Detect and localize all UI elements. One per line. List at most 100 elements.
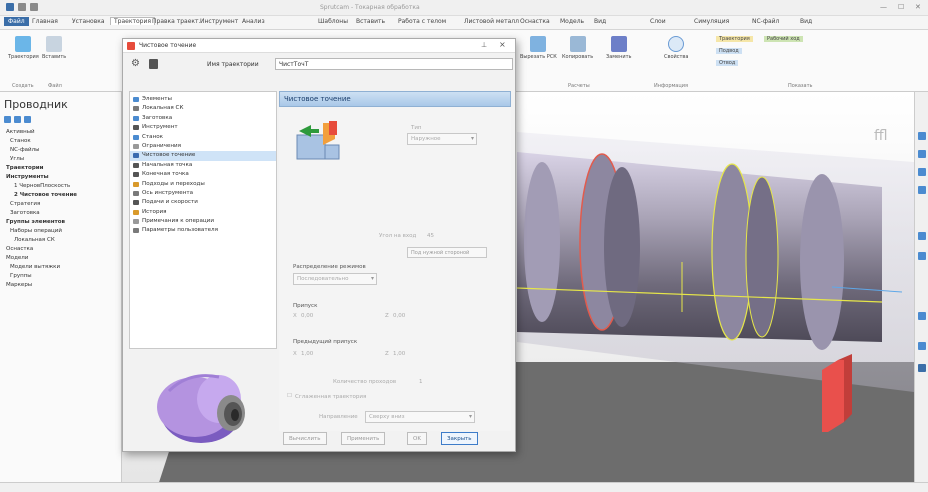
tab-setup[interactable]: Установка <box>72 18 105 25</box>
copy-button[interactable]: Копировать <box>562 36 593 60</box>
replace-button[interactable]: Заменить <box>606 36 632 60</box>
shading-icon[interactable] <box>918 312 926 320</box>
direction-select[interactable]: Сверху вниз <box>365 411 475 423</box>
insert-button[interactable]: Вставить <box>42 36 66 60</box>
calculate-button[interactable]: Вычислить <box>283 432 327 445</box>
zoom-icon[interactable] <box>918 132 926 140</box>
parameter-tree-item[interactable]: Подачи и скорости <box>130 198 276 207</box>
side-button[interactable]: Под нужной стороной <box>407 247 487 258</box>
apply-button[interactable]: Применить <box>341 432 386 445</box>
tab-simulation[interactable]: Симуляция <box>694 18 729 25</box>
parameter-tree-item[interactable]: Конечная точка <box>130 170 276 179</box>
tab-fixture[interactable]: Оснастка <box>520 18 550 25</box>
parameter-tree-item[interactable]: История <box>130 208 276 217</box>
cut-mode-label: Распределение режимов <box>293 264 366 270</box>
explorer-item[interactable]: Станок <box>2 137 122 146</box>
explorer-item[interactable]: Модели вытяжки <box>2 263 122 272</box>
show-feed-check[interactable]: Рабочий ход <box>764 36 803 42</box>
tab-analysis[interactable]: Анализ <box>242 18 265 25</box>
explorer-item[interactable]: Углы <box>2 155 122 164</box>
properties-button[interactable]: Свойства <box>664 36 688 60</box>
parameter-tree-item[interactable]: Чистовое точение <box>130 151 276 161</box>
minimize-icon[interactable]: — <box>880 3 887 11</box>
pan-icon[interactable] <box>918 168 926 176</box>
tab-insert[interactable]: Вставить <box>356 18 385 25</box>
tab-sheet-metal[interactable]: Листовой металл <box>464 18 519 25</box>
redo-icon[interactable] <box>30 3 38 11</box>
explorer-item[interactable]: Локальная СК <box>2 236 122 245</box>
tab-templates[interactable]: Шаблоны <box>318 18 348 25</box>
fit-icon[interactable] <box>918 186 926 194</box>
wireframe-icon[interactable] <box>918 342 926 350</box>
tab-model[interactable]: Модель <box>560 18 584 25</box>
section-icon[interactable] <box>918 252 926 260</box>
parameter-tree-item[interactable]: Примечания к операции <box>130 217 276 226</box>
save-icon[interactable] <box>149 59 158 69</box>
explorer-item[interactable]: Инструменты <box>2 173 122 182</box>
stock-z-input[interactable]: 0,00 <box>393 313 405 319</box>
passes-value[interactable]: 1 <box>419 379 423 385</box>
smooth-checkbox[interactable]: ☐ <box>287 393 292 399</box>
tab-toolpath[interactable]: Траектория <box>110 17 155 25</box>
explorer-item[interactable]: Модели <box>2 254 122 263</box>
type-select[interactable]: Наружное <box>407 133 477 145</box>
tab-body[interactable]: Работа с телом <box>398 18 446 25</box>
tab-tool[interactable]: Инструмент <box>200 18 238 25</box>
parameter-tree-item[interactable]: Начальная точка <box>130 161 276 170</box>
prev-stock-z-input[interactable]: 1,00 <box>393 351 405 357</box>
close-icon[interactable]: × <box>499 40 506 49</box>
undo-icon[interactable] <box>18 3 26 11</box>
parameter-tree-item[interactable]: Локальная СК <box>130 104 276 113</box>
tab-edit-toolpath[interactable]: Правка траект. <box>152 18 200 25</box>
show-approach-check[interactable]: Подвод <box>716 48 742 54</box>
parameter-tree-item[interactable]: Элементы <box>130 95 276 104</box>
cut-button[interactable]: Вырезать РСК <box>520 36 557 60</box>
explorer-item[interactable]: Активный <box>2 128 122 137</box>
explorer-item[interactable]: Оснастка <box>2 245 122 254</box>
toolpath-name-input[interactable]: ЧистТочТ <box>275 58 513 70</box>
explorer-item[interactable]: Стратегия <box>2 200 122 209</box>
gear-icon[interactable]: ⚙ <box>131 58 140 69</box>
explorer-item[interactable]: Наборы операций <box>2 227 122 236</box>
parameter-tree-item[interactable]: Ось инструмента <box>130 189 276 198</box>
save-icon[interactable] <box>6 3 14 11</box>
pin-icon[interactable]: ⊥ <box>481 41 487 49</box>
cut-mode-select[interactable]: Последовательно <box>293 273 377 285</box>
parameter-tree-item[interactable]: Подходы и переходы <box>130 180 276 189</box>
rotate-icon[interactable] <box>918 150 926 158</box>
explorer-item[interactable]: Группы элементов <box>2 218 122 227</box>
show-retract-check[interactable]: Отвод <box>716 60 739 66</box>
tab-home[interactable]: Главная <box>32 18 58 25</box>
prev-stock-x-input[interactable]: 1,00 <box>301 351 313 357</box>
parameter-tree-item[interactable]: Ограничения <box>130 142 276 151</box>
parameter-tree-item[interactable]: Инструмент <box>130 123 276 132</box>
gear-icon[interactable] <box>14 116 21 123</box>
tab-nc-file[interactable]: NC-файл <box>752 18 779 25</box>
angle-value[interactable]: 45 <box>427 233 434 239</box>
maximize-icon[interactable]: ☐ <box>898 3 904 11</box>
explorer-item[interactable]: Траектории <box>2 164 122 173</box>
explorer-item[interactable]: Группы <box>2 272 122 281</box>
tab-view[interactable]: Вид <box>594 18 606 25</box>
parameter-tree-item[interactable]: Заготовка <box>130 114 276 123</box>
stock-x-input[interactable]: 0,00 <box>301 313 313 319</box>
select-icon[interactable] <box>918 364 926 372</box>
zoom-window-icon[interactable] <box>918 232 926 240</box>
close-button[interactable]: Закрыть <box>441 432 478 445</box>
explorer-item[interactable]: 1 ЧерновПлоскость <box>2 182 122 191</box>
filter-icon[interactable] <box>24 116 31 123</box>
ok-button[interactable]: OK <box>407 432 427 445</box>
explorer-item[interactable]: NC-файлы <box>2 146 122 155</box>
tab-view-2[interactable]: Вид <box>800 18 812 25</box>
tab-layers[interactable]: Слои <box>650 18 666 25</box>
toolpath-button[interactable]: Траектория <box>8 36 39 60</box>
close-window-icon[interactable]: ✕ <box>915 3 921 11</box>
tab-file[interactable]: Файл <box>4 17 29 26</box>
explorer-item[interactable]: 2 Чистовое точение <box>2 191 122 200</box>
parameter-tree-item[interactable]: Параметры пользователя <box>130 226 276 235</box>
explorer-item[interactable]: Маркеры <box>2 281 122 290</box>
explorer-item[interactable]: Заготовка <box>2 209 122 218</box>
show-toolpath-check[interactable]: Траектория <box>716 36 753 42</box>
parameter-tree-item[interactable]: Станок <box>130 133 276 142</box>
expand-icon[interactable] <box>4 116 11 123</box>
